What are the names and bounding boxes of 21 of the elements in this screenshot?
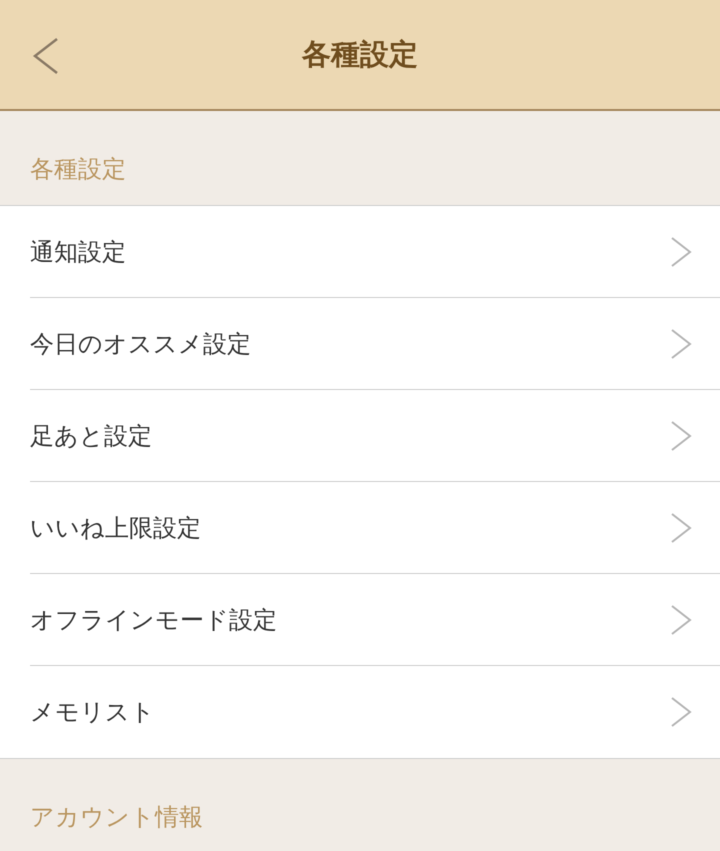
row-label: 今日のオススメ設定: [30, 328, 251, 360]
chevron-right-icon: [670, 696, 692, 728]
chevron-right-icon: [670, 512, 692, 544]
settings-row[interactable]: いいね上限設定: [30, 482, 720, 574]
settings-row[interactable]: オフラインモード設定: [30, 574, 720, 666]
settings-row[interactable]: 通知設定: [30, 206, 720, 298]
chevron-right-icon: [670, 604, 692, 636]
page-title: 各種設定: [302, 36, 418, 73]
settings-row[interactable]: 足あと設定: [30, 390, 720, 482]
row-label: 足あと設定: [30, 420, 152, 452]
section-heading: アカウント情報: [30, 803, 203, 831]
row-label: オフラインモード設定: [30, 604, 277, 636]
section-heading: 各種設定: [30, 155, 126, 183]
row-label: いいね上限設定: [30, 512, 201, 544]
chevron-right-icon: [670, 420, 692, 452]
row-label: 通知設定: [30, 236, 126, 268]
chevron-right-icon: [670, 328, 692, 360]
chevron-right-icon: [670, 236, 692, 268]
settings-row[interactable]: メモリスト: [30, 666, 720, 758]
settings-row[interactable]: 今日のオススメ設定: [30, 298, 720, 390]
row-label: メモリスト: [30, 697, 155, 728]
